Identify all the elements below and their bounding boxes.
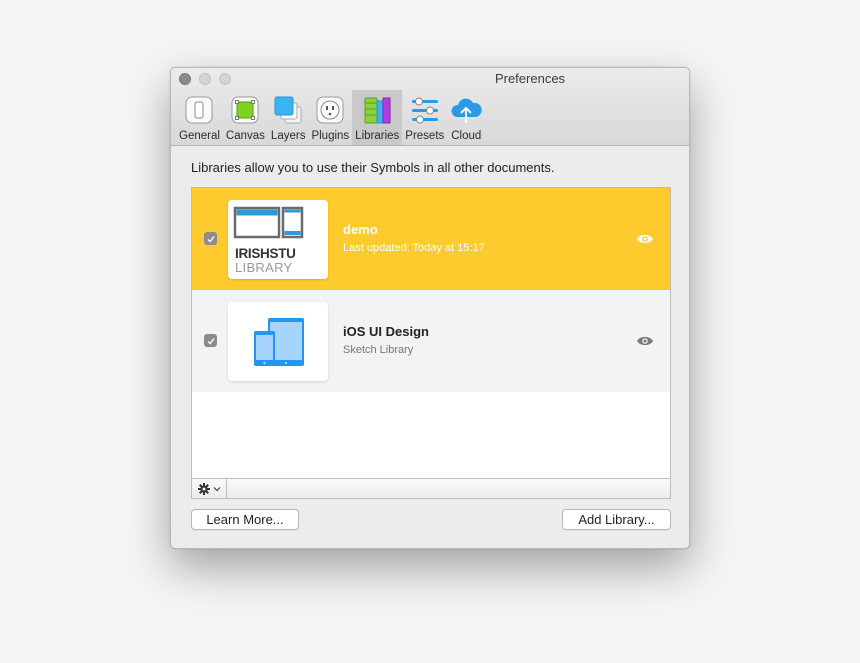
tab-presets[interactable]: Presets xyxy=(402,90,447,145)
tab-libraries[interactable]: Libraries xyxy=(352,90,403,145)
add-library-button[interactable]: Add Library... xyxy=(562,509,671,530)
library-name: iOS UI Design xyxy=(343,324,429,339)
devices-graphic-icon xyxy=(233,206,304,239)
library-subtitle: Last updated: Today at 15:17 xyxy=(343,242,485,254)
list-footer-bar xyxy=(191,479,671,499)
intro-text: Libraries allow you to use their Symbols… xyxy=(191,160,555,175)
tab-label: General xyxy=(179,130,220,142)
ios-devices-icon xyxy=(254,318,304,366)
gear-icon xyxy=(197,482,210,495)
library-enabled-checkbox[interactable] xyxy=(204,334,217,347)
library-enabled-checkbox[interactable] xyxy=(204,232,217,245)
general-switch-icon xyxy=(183,94,215,126)
window-title: Preferences xyxy=(494,71,566,86)
checkmark-icon xyxy=(207,235,215,243)
library-thumbnail: IRISHSTU LIBRARY xyxy=(228,200,328,279)
tab-general[interactable]: General xyxy=(176,90,223,145)
tab-label: Libraries xyxy=(355,130,400,142)
tab-cloud[interactable]: Cloud xyxy=(447,90,485,145)
eye-icon[interactable] xyxy=(636,232,654,246)
preferences-toolbar: General Canvas Layers Plugins Libraries … xyxy=(176,90,485,145)
thumbnail-title: IRISHSTU xyxy=(235,246,296,261)
library-subtitle: Sketch Library xyxy=(343,344,414,356)
tab-canvas[interactable]: Canvas xyxy=(223,90,268,145)
tab-label: Presets xyxy=(405,130,445,142)
checkmark-icon xyxy=(207,337,215,345)
thumbnail-subtitle: LIBRARY xyxy=(235,260,293,275)
library-thumbnail xyxy=(228,302,328,381)
tab-label: Layers xyxy=(270,130,306,142)
tab-label: Canvas xyxy=(225,130,265,142)
libraries-list: IRISHSTU LIBRARY demo Last updated: Toda… xyxy=(191,187,671,479)
cloud-upload-icon xyxy=(450,94,482,126)
presets-sliders-icon xyxy=(409,94,441,126)
layers-icon xyxy=(272,94,304,126)
tab-plugins[interactable]: Plugins xyxy=(308,90,352,145)
library-name: demo xyxy=(343,222,378,237)
library-row[interactable]: iOS UI Design Sketch Library xyxy=(192,290,670,392)
tab-label: Cloud xyxy=(451,130,482,142)
learn-more-button[interactable]: Learn More... xyxy=(191,509,299,530)
action-menu-button[interactable] xyxy=(192,479,227,498)
canvas-icon xyxy=(229,94,261,126)
libraries-books-icon xyxy=(361,94,393,126)
eye-icon[interactable] xyxy=(636,334,654,348)
title-bar: Preferences General Canvas Layers Plugin… xyxy=(171,68,689,146)
tab-layers[interactable]: Layers xyxy=(268,90,309,145)
plugins-outlet-icon xyxy=(314,94,346,126)
tab-label: Plugins xyxy=(311,130,350,142)
library-row[interactable]: IRISHSTU LIBRARY demo Last updated: Toda… xyxy=(192,188,670,290)
chevron-down-icon xyxy=(213,486,220,491)
preferences-window: Preferences General Canvas Layers Plugin… xyxy=(170,67,690,549)
